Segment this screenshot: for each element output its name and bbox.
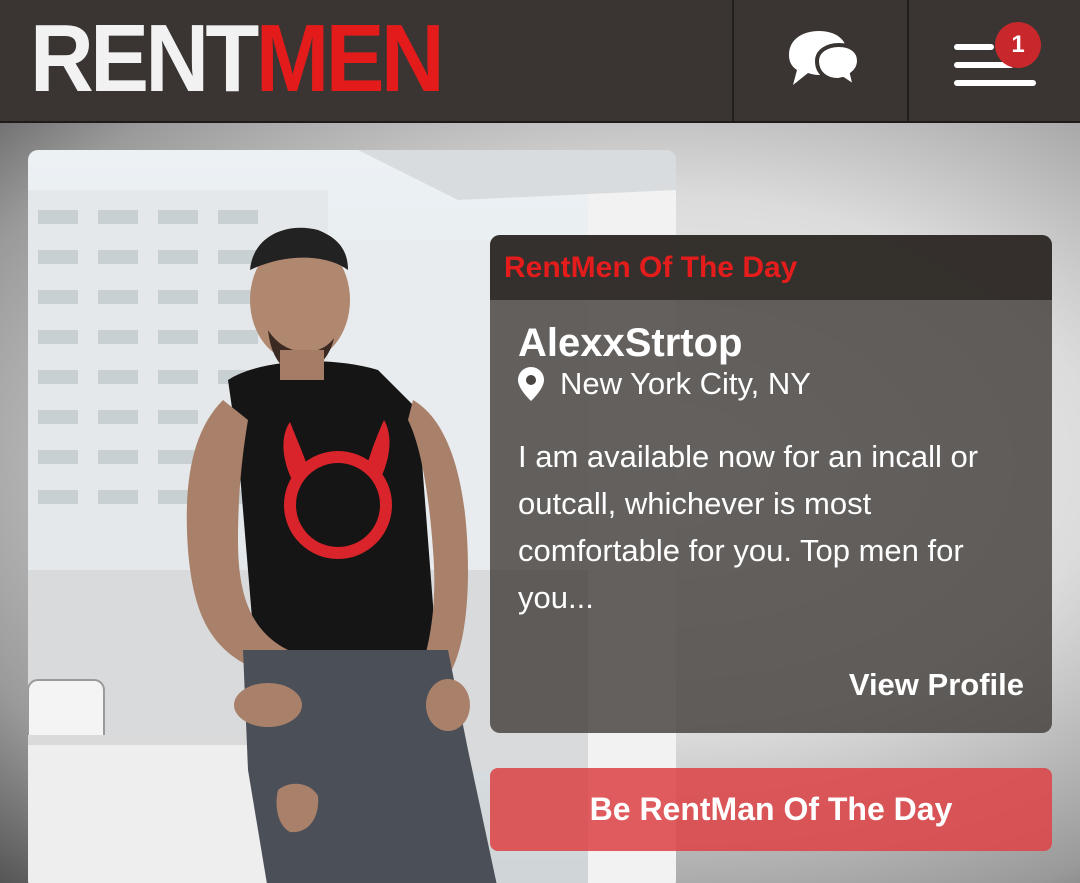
- be-rentman-of-the-day-button[interactable]: Be RentMan Of The Day: [490, 768, 1052, 851]
- location-text: New York City, NY: [560, 366, 811, 401]
- messages-button[interactable]: [734, 0, 908, 121]
- featured-section: RentMen Of The Day AlexxStrtop New York …: [0, 123, 1080, 883]
- logo-men-text: MEN: [255, 5, 445, 112]
- featured-profile-card: RentMen Of The Day AlexxStrtop New York …: [490, 235, 1052, 733]
- view-profile-link[interactable]: View Profile: [849, 667, 1024, 703]
- notification-badge: 1: [995, 22, 1041, 68]
- profile-name[interactable]: AlexxStrtop: [518, 321, 743, 366]
- chat-bubbles-icon: [789, 30, 862, 91]
- profile-description: I am available now for an incall or outc…: [518, 439, 979, 615]
- section-title: RentMen Of The Day: [490, 235, 1052, 300]
- top-header: RENTMEN 1: [0, 0, 1080, 123]
- menu-button[interactable]: 1: [909, 0, 1080, 121]
- map-pin-icon: [518, 367, 544, 401]
- logo-rent-text: RENT: [30, 5, 259, 112]
- profile-location: New York City, NY: [518, 366, 811, 402]
- rentmen-logo[interactable]: RENTMEN: [30, 11, 445, 107]
